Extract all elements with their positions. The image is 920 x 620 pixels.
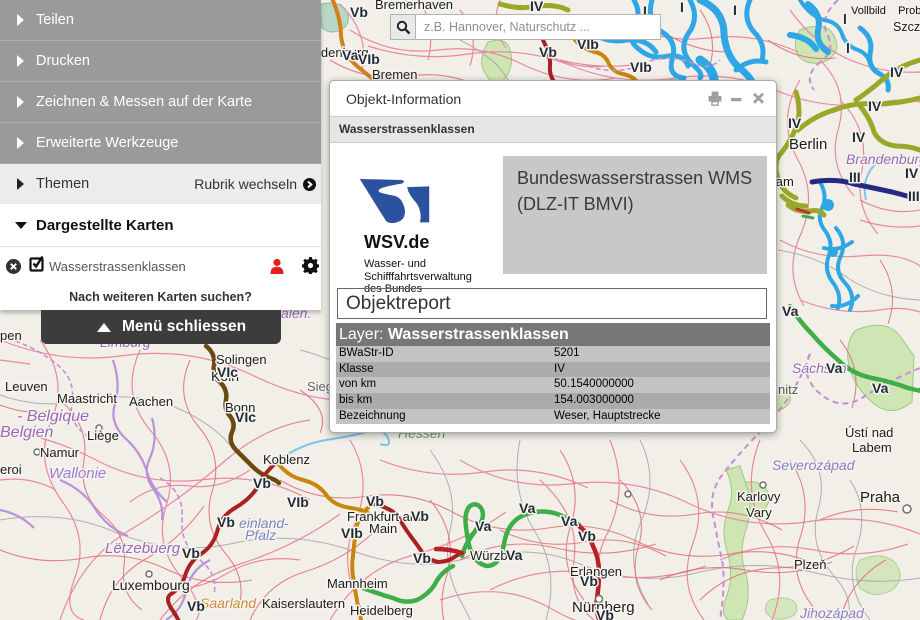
- svg-text:Wallonie: Wallonie: [49, 465, 106, 482]
- svg-text:Va: Va: [872, 380, 889, 396]
- svg-text:III: III: [849, 169, 861, 185]
- svg-text:Namur: Namur: [40, 445, 80, 460]
- svg-text:Va: Va: [561, 513, 578, 529]
- svg-text:Szcze: Szcze: [893, 20, 920, 34]
- svg-text:I: I: [680, 0, 684, 15]
- svg-text:VIb: VIb: [287, 494, 309, 510]
- svg-text:Koblenz: Koblenz: [263, 452, 310, 467]
- svg-text:eroi: eroi: [0, 462, 22, 477]
- svg-text:Vb: Vb: [411, 508, 429, 524]
- svg-text:Labem: Labem: [852, 440, 892, 455]
- svg-text:Liège: Liège: [87, 428, 119, 443]
- svg-text:Va: Va: [342, 47, 359, 63]
- svg-text:Belgien: Belgien: [0, 424, 53, 441]
- svg-text:Pfalz: Pfalz: [245, 527, 276, 543]
- svg-text:IV: IV: [852, 129, 866, 145]
- svg-text:Plzeň: Plzeň: [794, 557, 827, 572]
- svg-text:Main: Main: [369, 521, 397, 536]
- svg-text:Vb: Vb: [217, 514, 235, 530]
- svg-text:Karlovy: Karlovy: [737, 489, 781, 504]
- svg-text:Vb: Vb: [187, 598, 205, 614]
- svg-text:Berlin: Berlin: [789, 136, 827, 153]
- svg-text:Mannheim: Mannheim: [327, 576, 388, 591]
- svg-text:Vb: Vb: [350, 4, 368, 20]
- svg-text:Bremerhaven: Bremerhaven: [375, 0, 453, 12]
- svg-text:Vb: Vb: [580, 573, 598, 589]
- svg-text:IV: IV: [890, 64, 904, 80]
- svg-text:VIb: VIb: [630, 59, 652, 75]
- svg-text:Vb: Vb: [578, 528, 596, 544]
- svg-text:Va: Va: [826, 360, 843, 376]
- svg-text:VIc: VIc: [217, 364, 238, 380]
- svg-text:Leuven: Leuven: [5, 379, 48, 394]
- svg-text:Va: Va: [519, 500, 536, 516]
- svg-text:Luxembourg: Luxembourg: [112, 577, 190, 593]
- svg-text:I: I: [733, 2, 737, 18]
- svg-text:Jihozápad: Jihozápad: [799, 605, 865, 620]
- svg-text:Vary: Vary: [746, 505, 772, 520]
- svg-text:Vb: Vb: [413, 550, 431, 566]
- svg-text:Maastricht: Maastricht: [57, 391, 117, 406]
- svg-text:Vb: Vb: [253, 475, 271, 491]
- svg-text:l: l: [846, 40, 850, 56]
- svg-text:pen: pen: [0, 328, 22, 343]
- svg-text:III: III: [908, 188, 920, 204]
- svg-text:Va: Va: [506, 547, 523, 563]
- svg-text:Kaiserslautern: Kaiserslautern: [262, 596, 345, 611]
- svg-text:Severozápad: Severozápad: [772, 457, 856, 473]
- svg-text:Vb: Vb: [596, 607, 614, 620]
- svg-text:nitz: nitz: [778, 382, 798, 397]
- svg-text:Va: Va: [475, 518, 492, 534]
- svg-text:IV: IV: [530, 0, 544, 14]
- svg-text:Vb: Vb: [182, 545, 200, 561]
- svg-text:IV: IV: [788, 115, 802, 131]
- svg-text:Va: Va: [782, 303, 799, 319]
- svg-text:Saarland: Saarland: [200, 595, 257, 611]
- svg-text:Ústí nad: Ústí nad: [845, 425, 893, 440]
- svg-text:Vb: Vb: [539, 44, 557, 60]
- svg-text:VIb: VIb: [358, 51, 380, 67]
- svg-text:Vb: Vb: [366, 493, 384, 509]
- svg-text:IV: IV: [868, 98, 882, 114]
- svg-text:VIb: VIb: [341, 525, 363, 541]
- svg-text:Praha: Praha: [860, 489, 901, 506]
- svg-text:Lëtzebuerg: Lëtzebuerg: [105, 540, 181, 557]
- svg-text:Heidelberg: Heidelberg: [350, 603, 413, 618]
- svg-text:l: l: [843, 11, 847, 27]
- svg-text:VIc: VIc: [235, 409, 256, 425]
- svg-text:- Belgique: - Belgique: [17, 408, 89, 425]
- svg-text:IV: IV: [905, 165, 919, 181]
- svg-text:Aachen: Aachen: [129, 394, 173, 409]
